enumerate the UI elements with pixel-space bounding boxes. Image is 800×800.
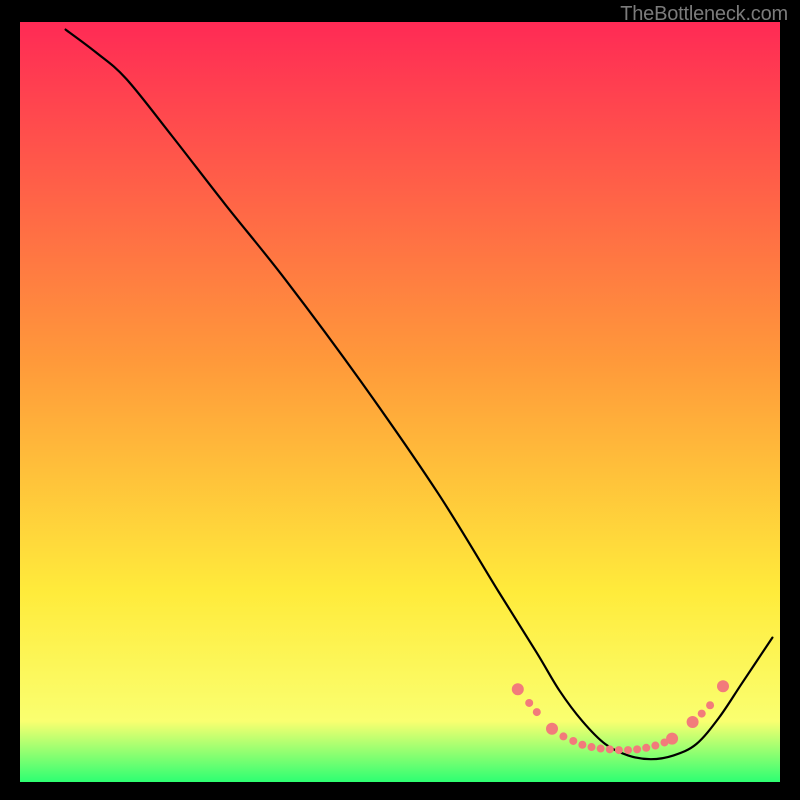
highlight-dot <box>559 732 567 740</box>
plot-frame <box>20 22 780 782</box>
highlight-dot <box>569 737 577 745</box>
chart-svg <box>20 22 780 782</box>
highlight-dot <box>717 680 729 692</box>
highlight-dot <box>597 745 605 753</box>
gradient-background <box>20 22 780 782</box>
highlight-dot <box>642 744 650 752</box>
highlight-dot <box>606 745 614 753</box>
highlight-dot <box>588 743 596 751</box>
highlight-dot <box>512 683 524 695</box>
highlight-dot <box>578 741 586 749</box>
highlight-dot <box>525 699 533 707</box>
highlight-dot <box>533 708 541 716</box>
highlight-dot <box>687 716 699 728</box>
highlight-dot <box>651 742 659 750</box>
highlight-dot <box>666 733 678 745</box>
highlight-dot <box>633 745 641 753</box>
highlight-dot <box>624 746 632 754</box>
watermark-text: TheBottleneck.com <box>620 3 788 26</box>
highlight-dot <box>546 723 558 735</box>
highlight-dot <box>615 746 623 754</box>
highlight-dot <box>698 710 706 718</box>
highlight-dot <box>706 701 714 709</box>
